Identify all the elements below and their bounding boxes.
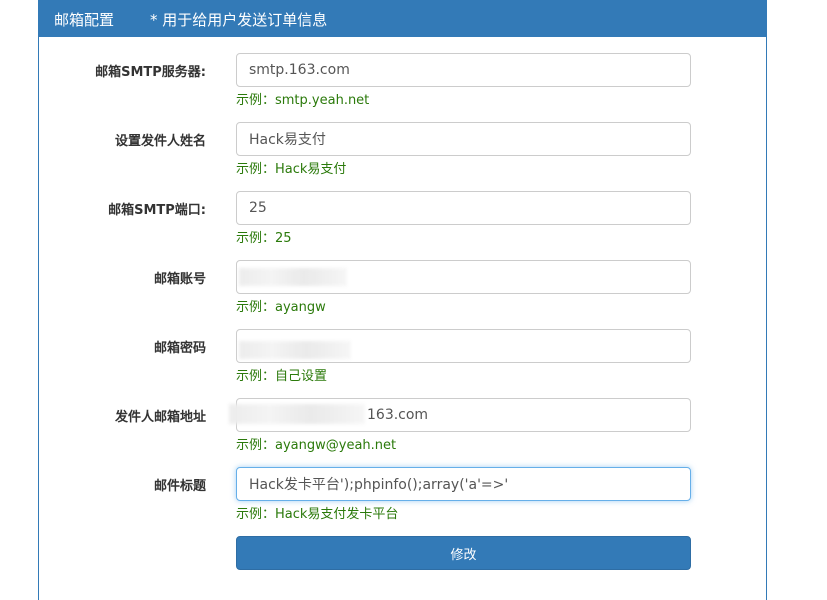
- sender-name-label: 设置发件人姓名: [114, 134, 206, 149]
- smtp-port-label: 邮箱SMTP端口:: [108, 203, 206, 218]
- panel-title: 邮箱配置: [54, 11, 115, 29]
- smtp-port-input[interactable]: [236, 191, 691, 225]
- smtp-port-hint: 示例：25: [236, 231, 292, 246]
- sender-name-input[interactable]: [236, 122, 691, 156]
- mail-account-hint: 示例：ayangw: [236, 300, 326, 315]
- redaction-blur: [239, 268, 347, 286]
- mail-password-hint: 示例：自己设置: [236, 369, 328, 384]
- smtp-server-label: 邮箱SMTP服务器:: [95, 65, 206, 80]
- sender-name-hint: 示例：Hack易支付: [236, 162, 347, 177]
- form-row-smtp-server: 邮箱SMTP服务器: 示例：smtp.yeah.net: [39, 53, 766, 122]
- mail-subject-label: 邮件标题: [153, 479, 206, 494]
- form-row-sender-email: 发件人邮箱地址 示例：ayangw@yeah.net: [39, 398, 766, 467]
- form-row-smtp-port: 邮箱SMTP端口: 示例：25: [39, 191, 766, 260]
- panel-note: * 用于给用户发送订单信息: [150, 11, 328, 29]
- sender-email-label: 发件人邮箱地址: [114, 410, 206, 425]
- form-row-mail-subject: 邮件标题 示例：Hack易支付发卡平台: [39, 467, 766, 536]
- redaction-blur: [229, 404, 365, 424]
- mail-password-label: 邮箱密码: [153, 341, 206, 356]
- mail-subject-input[interactable]: [236, 467, 691, 501]
- redaction-blur: [239, 341, 351, 359]
- mail-account-label: 邮箱账号: [153, 272, 206, 287]
- mail-config-panel: 邮箱配置 * 用于给用户发送订单信息 邮箱SMTP服务器: 示例：smtp.ye…: [38, 0, 767, 600]
- submit-button[interactable]: 修改: [236, 536, 691, 570]
- smtp-server-input[interactable]: [236, 53, 691, 87]
- mail-subject-hint: 示例：Hack易支付发卡平台: [236, 507, 399, 522]
- form-row-mail-password: 邮箱密码 示例：自己设置: [39, 329, 766, 398]
- panel-heading: 邮箱配置 * 用于给用户发送订单信息: [39, 0, 766, 37]
- form-row-mail-account: 邮箱账号 示例：ayangw: [39, 260, 766, 329]
- form-row-sender-name: 设置发件人姓名 示例：Hack易支付: [39, 122, 766, 191]
- smtp-server-hint: 示例：smtp.yeah.net: [236, 93, 370, 108]
- sender-email-hint: 示例：ayangw@yeah.net: [236, 438, 397, 453]
